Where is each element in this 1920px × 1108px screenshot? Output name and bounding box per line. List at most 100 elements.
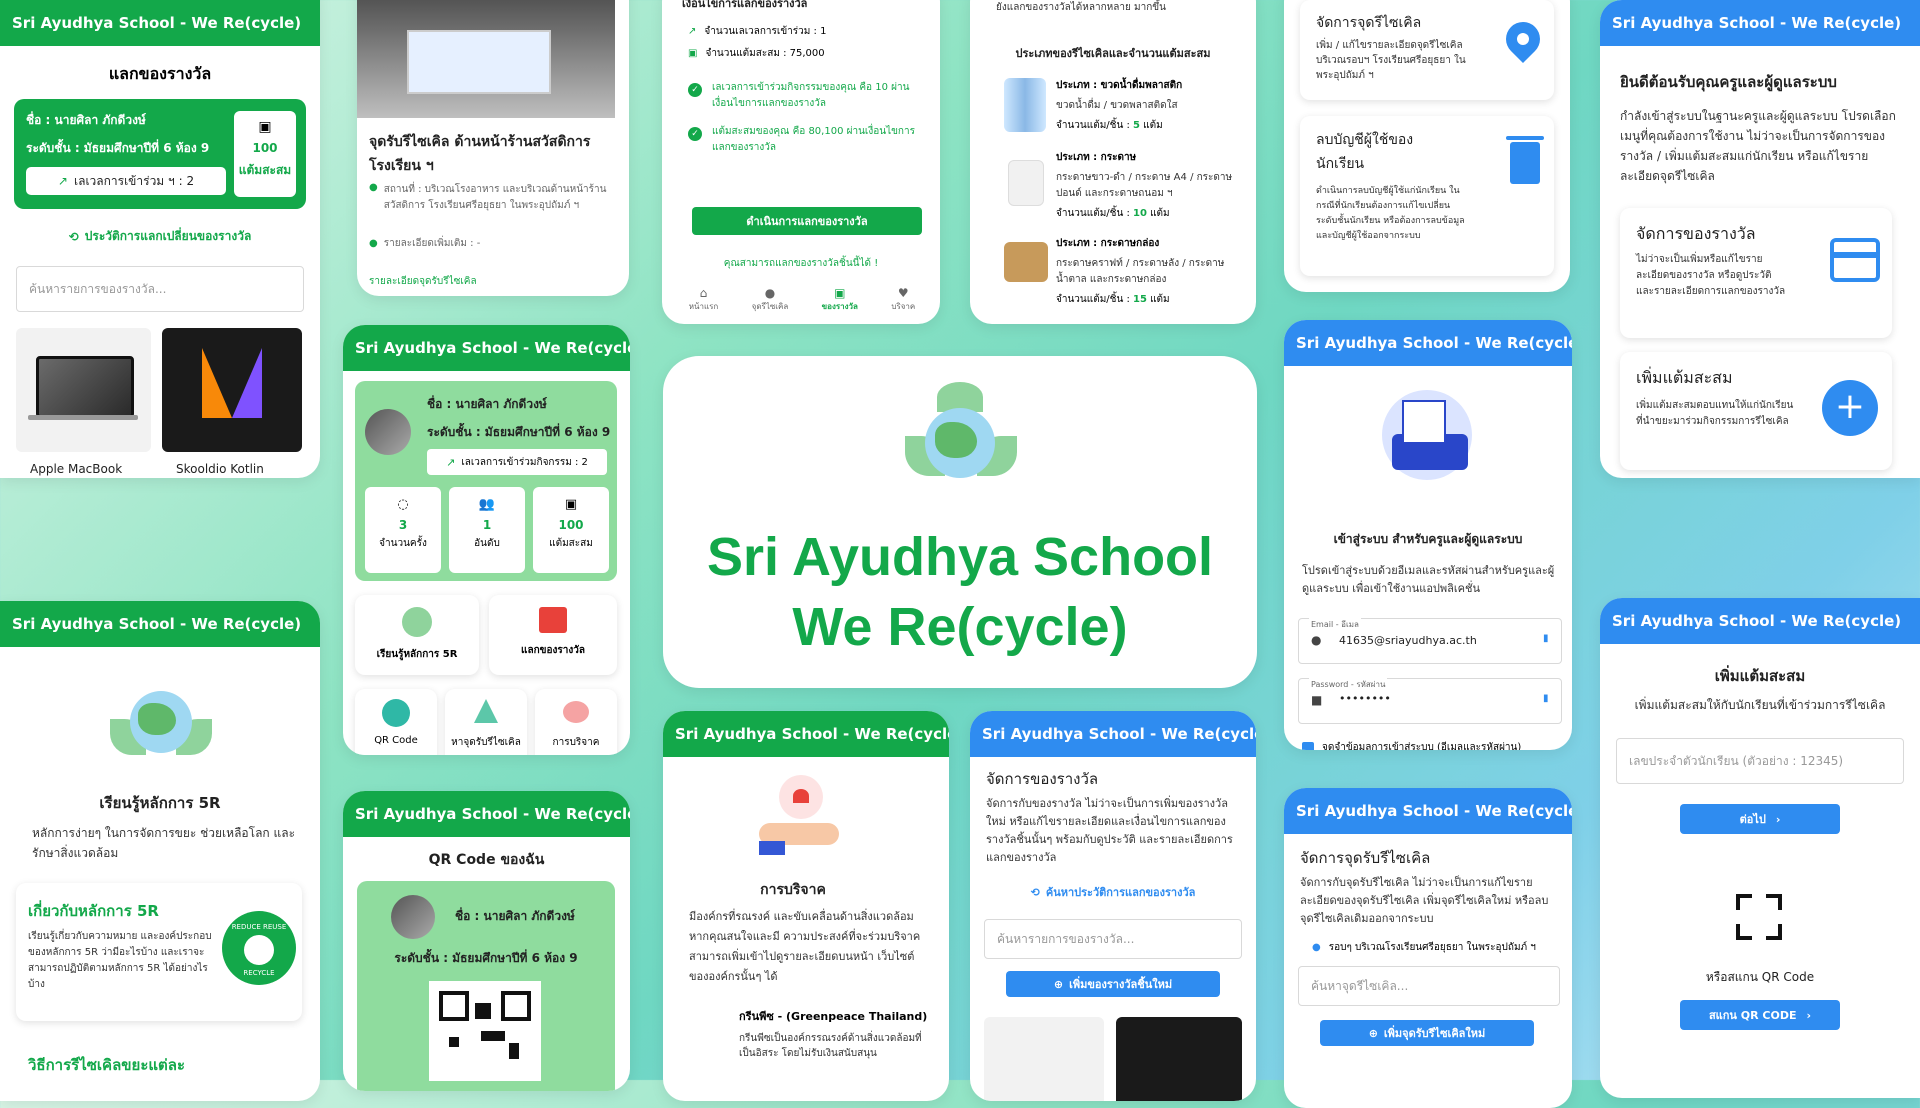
manage-rewards-menu[interactable]: จัดการของรางวัล ไม่ว่าจะเป็นเพิ่มหรือแก้… — [1620, 208, 1892, 338]
chevron-right-icon: › — [1806, 1008, 1812, 1022]
menu-redeem-rewards[interactable]: แลกของรางวัล — [489, 595, 617, 675]
nav-recycle-points[interactable]: ● จุดรีไซเคิล — [752, 286, 789, 313]
menu-find-points[interactable]: หาจุดรับรีไซเคิล — [445, 689, 527, 755]
add-recycle-point-button[interactable]: ⊕ เพิ่มจุดรับรีไซเคิลใหม่ — [1320, 1020, 1534, 1046]
next-button[interactable]: ต่อไป › — [1680, 804, 1840, 834]
security-illustration — [1372, 380, 1484, 490]
email-label: Email - อีเมล — [1309, 618, 1361, 631]
reward-search-input[interactable]: ค้นหารายการของรางวัล... — [984, 919, 1242, 959]
menu-label: หาจุดรับรีไซเคิล — [451, 737, 521, 748]
stat-value: 100 — [558, 518, 584, 532]
badge-bottom-text: RECYCLE — [243, 969, 275, 977]
location-pin-icon — [1498, 14, 1548, 64]
macbook-image — [16, 328, 151, 452]
point-details-link[interactable]: รายละเอียดจุดรับรีไซเคิล — [369, 274, 477, 289]
menu-title: เพิ่มแต้มสะสม — [1636, 368, 1733, 387]
menu-desc: ไม่ว่าจะเป็นเพิ่มหรือแก้ไขรายละเอียดของร… — [1636, 254, 1786, 297]
types-title: ประเภทของรีไซเคิลและจำนวนแต้มสะสม — [1015, 47, 1211, 60]
location-text: สถานที่ : บริเวณโรงอาหาร และบริเวณด้านหน… — [383, 184, 607, 211]
qr-code-image — [429, 981, 541, 1081]
nav-home[interactable]: ⌂ หน้าแรก — [689, 286, 719, 313]
points-location-text: รอบๆ บริเวณโรงเรียนศรีอยุธยา ในพระอุปถัม… — [1328, 942, 1536, 953]
type-points-unit: แต้ม — [1146, 208, 1170, 219]
avatar — [365, 409, 411, 455]
scan-qr-button[interactable]: สแกน QR CODE › — [1680, 1000, 1840, 1030]
manage-points-menu[interactable]: จัดการจุดรีไซเคิล เพิ่ม / แก้ไขรายละเอีย… — [1300, 0, 1554, 100]
recycle-point-photo — [357, 0, 615, 118]
checkbox-icon — [1302, 741, 1314, 750]
app-header: Sri Ayudhya School - We Re(cycle) — [0, 601, 320, 647]
user-icon: ● — [1311, 633, 1322, 647]
type-points-value: 10 — [1133, 208, 1147, 219]
login-desc: โปรดเข้าสู่ระบบด้วยอีเมลและรหัสผ่านสำหรั… — [1302, 564, 1555, 595]
menu-learn-5r[interactable]: เรียนรู้หลักการ 5R — [355, 595, 479, 675]
plus-circle-icon: ⊕ — [1053, 977, 1064, 991]
location-pin-icon: ● — [369, 182, 378, 193]
stat-label: แต้มสะสม — [549, 538, 593, 549]
confirm-redeem-button[interactable]: ดำเนินการแลกของรางวัล — [692, 207, 922, 235]
student-name: ชื่อ : นายศิลา ภักดีวงษ์ — [427, 397, 547, 411]
app-header: Sri Ayudhya School - We Re(cycle) — [343, 791, 630, 837]
student-name: ชื่อ : นายศิลา ภักดีวงษ์ — [455, 909, 575, 923]
recycle-bin-icon — [474, 699, 498, 723]
add-reward-button-label: เพิ่มของรางวัลชิ้นใหม่ — [1069, 978, 1173, 991]
point-detail: ● รายละเอียดเพิ่มเติม : - — [369, 236, 480, 251]
qr-profile-box: ชื่อ : นายศิลา ภักดีวงษ์ ระดับชั้น : มัธ… — [357, 881, 615, 1091]
points-check: ✓ แต้มสะสมของคุณ คือ 80,100 ผ่านเงื่อนไข… — [688, 124, 918, 156]
stat-value: 1 — [482, 518, 492, 532]
recycle-point-search-input[interactable]: ค้นหาจุดรีไซเคิล... — [1298, 966, 1560, 1006]
reduce-reuse-recycle-badge: REDUCE REUSE RECYCLE — [222, 911, 296, 985]
history-link[interactable]: ⟲ ประวัติการแลกเปลี่ยนของรางวัล — [0, 227, 320, 246]
add-points-card: Sri Ayudhya School - We Re(cycle) เพิ่มแ… — [1600, 598, 1920, 1098]
reward-item[interactable]: Apple MacBook — [16, 328, 151, 478]
redeem-confirm-card: เงื่อนไขการแลกของรางวัล ↗ จำนวนเลเวลการเข… — [662, 0, 940, 324]
delete-account-menu[interactable]: ลบบัญชีผู้ใช้ของนักเรียน ดำเนินการลบบัญช… — [1300, 116, 1554, 276]
add-recycle-point-button-label: เพิ่มจุดรับรีไซเคิลใหม่ — [1383, 1027, 1486, 1040]
stat-value: 3 — [398, 518, 408, 532]
nav-rewards[interactable]: ▣ ของรางวัล — [822, 286, 858, 313]
my-qr-card: Sri Ayudhya School - We Re(cycle) QR Cod… — [343, 791, 630, 1091]
remember-checkbox[interactable]: จดจำข้อมูลการเข้าสู่ระบบ (อีเมลและรหัสผ่… — [1302, 740, 1521, 750]
email-field[interactable]: Email - อีเมล ● 41635@sriayudhya.ac.th ▮ — [1298, 618, 1562, 664]
profile-summary: ชื่อ : นายศิลา ภักดีวงษ์ ระดับชั้น : มัธ… — [14, 99, 306, 209]
app-header: Sri Ayudhya School - We Re(cycle) — [1600, 598, 1920, 644]
type-desc: กระดาษคราฟท์ / กระดาษลัง / กระดาษน้ำตาล … — [1056, 258, 1225, 285]
password-value: •••••••• — [1339, 692, 1391, 705]
add-reward-button[interactable]: ⊕ เพิ่มของรางวัลชิ้นใหม่ — [1006, 971, 1220, 997]
nav-home-label: หน้าแรก — [688, 302, 719, 311]
type-points-value: 15 — [1133, 294, 1147, 305]
trash-icon — [1506, 136, 1544, 184]
gift-icon — [1830, 238, 1880, 282]
reward-item[interactable]: Skooldio Kotlin — [162, 328, 302, 478]
menu-donate[interactable]: การบริจาค — [535, 689, 617, 755]
globe-icon — [402, 607, 432, 637]
location-pin-icon: ● — [1312, 942, 1321, 953]
student-name: ชื่อ : นายศิลา ภักดีวงษ์ — [26, 113, 146, 127]
menu-desc: เพิ่มแต้มสะสมตอบแทนให้แก่นักเรียนที่นำขย… — [1636, 400, 1794, 427]
student-id-input[interactable]: เลขประจำตัวนักเรียน (ตัวอย่าง : 12345) — [1616, 738, 1904, 784]
password-field[interactable]: Password - รหัสผ่าน ■ •••••••• ▮ — [1298, 678, 1562, 724]
level-requirement-text: จำนวนเลเวลการเข้าร่วม : 1 — [704, 26, 827, 37]
greenpeace-logo — [689, 1007, 739, 1047]
app-header: Sri Ayudhya School - We Re(cycle) — [343, 325, 630, 371]
reward-history-link[interactable]: ⟲ ค้นหาประวัติการแลกของรางวัล — [970, 883, 1256, 901]
globe-mascot-icon — [905, 382, 1017, 492]
about-5r-card[interactable]: เกี่ยวกับหลักการ 5R เรียนรู้เกี่ยวกับควา… — [16, 883, 302, 1021]
type-desc: ขวดน้ำดื่ม / ขวดพลาสติดใส — [1056, 100, 1178, 111]
add-points-menu[interactable]: เพิ่มแต้มสะสม เพิ่มแต้มสะสมตอบแทนให้แก่น… — [1620, 352, 1892, 470]
menu-title: ลบบัญชีผู้ใช้ของนักเรียน — [1316, 132, 1414, 172]
type-points-unit: แต้ม — [1146, 294, 1170, 305]
paper-image — [1008, 160, 1044, 206]
people-icon: 👥 — [478, 497, 496, 512]
type-desc: กระดาษขาว-ดำ / กระดาษ A4 / กระดาษปอนด์ แ… — [1056, 172, 1233, 199]
type-name: ประเภท : กระดาษ — [1056, 152, 1137, 163]
reward-search-input[interactable]: ค้นหารายการของรางวัล... — [16, 266, 304, 312]
nav-donate[interactable]: ♥ บริจาค — [891, 286, 915, 313]
profile-home-card: Sri Ayudhya School - We Re(cycle) ชื่อ :… — [343, 325, 630, 755]
type-points-value: 5 — [1133, 120, 1140, 131]
menu-qr-code[interactable]: QR Code — [355, 689, 437, 755]
org-item[interactable]: กรีนพีซ - (Greenpeace Thailand) กรีนพีซเ… — [689, 1007, 933, 1061]
stat-box: ◌ 3 จำนวนครั้ง — [365, 487, 441, 573]
password-label: Password - รหัสผ่าน — [1309, 678, 1388, 691]
manage-rewards-desc: จัดการกับของรางวัล ไม่ว่าจะเป็นการเพิ่มข… — [986, 797, 1233, 864]
